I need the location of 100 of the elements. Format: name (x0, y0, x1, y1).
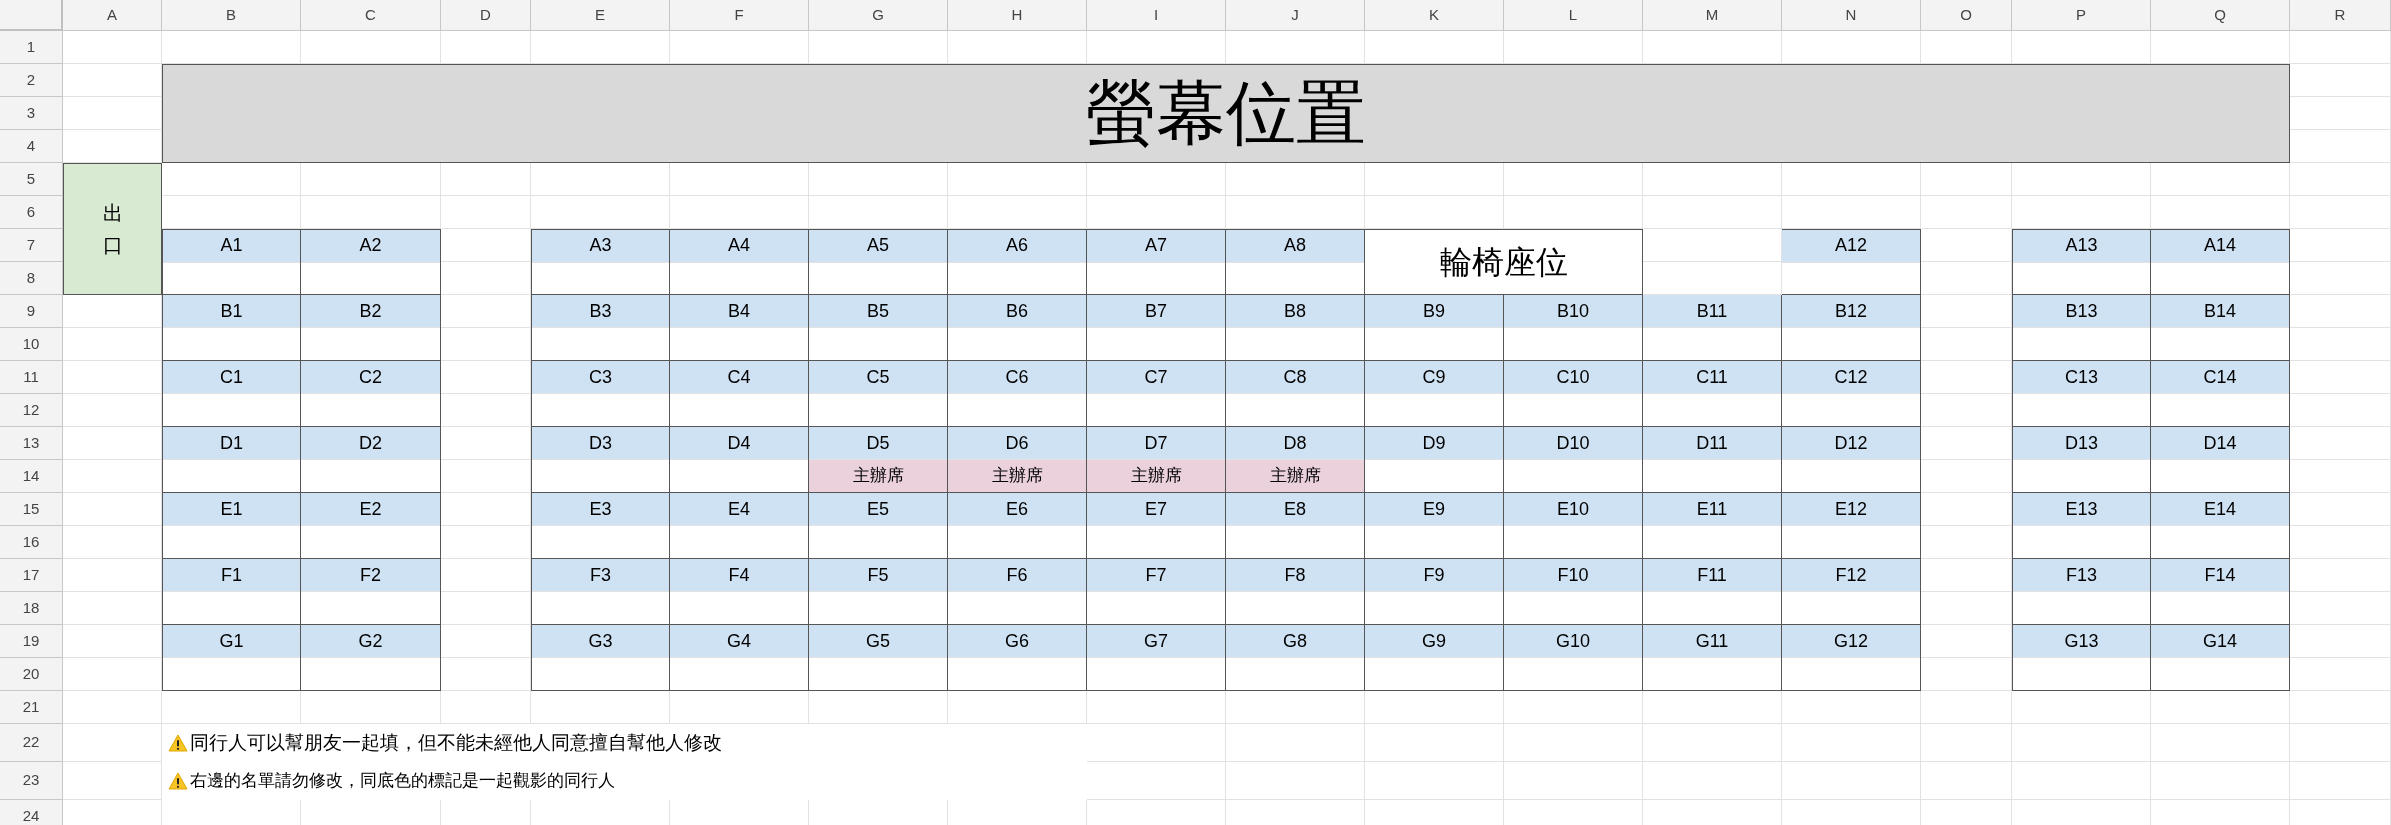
sheet-cell[interactable] (441, 163, 531, 196)
row-header[interactable]: 18 (0, 592, 63, 625)
sheet-cell[interactable] (63, 762, 162, 800)
sheet-cell[interactable] (441, 31, 531, 64)
sheet-cell[interactable] (2151, 31, 2290, 64)
row-header[interactable]: 8 (0, 262, 63, 295)
sheet-cell[interactable] (2290, 295, 2391, 328)
sheet-cell[interactable] (2012, 163, 2151, 196)
select-all-corner[interactable] (0, 0, 63, 31)
row-header[interactable]: 17 (0, 559, 63, 592)
sheet-cell[interactable] (531, 163, 670, 196)
row-header[interactable]: 14 (0, 460, 63, 493)
sheet-cell[interactable] (1643, 762, 1782, 800)
row-header[interactable]: 2 (0, 64, 63, 97)
sheet-cell[interactable] (441, 262, 531, 295)
sheet-cell[interactable] (301, 691, 441, 724)
sheet-cell[interactable] (63, 460, 162, 493)
column-header[interactable]: O (1921, 0, 2012, 31)
row-header[interactable]: 5 (0, 163, 63, 196)
sheet-cell[interactable] (2151, 762, 2290, 800)
sheet-cell[interactable] (948, 163, 1087, 196)
sheet-cell[interactable] (2290, 229, 2391, 262)
sheet-cell[interactable] (1921, 328, 2012, 361)
row-header[interactable]: 7 (0, 229, 63, 262)
sheet-cell[interactable] (162, 691, 301, 724)
row-header[interactable]: 1 (0, 31, 63, 64)
sheet-cell[interactable] (2012, 31, 2151, 64)
sheet-cell[interactable] (441, 460, 531, 493)
row-header[interactable]: 9 (0, 295, 63, 328)
sheet-cell[interactable] (1782, 196, 1921, 229)
sheet-cell[interactable] (441, 559, 531, 592)
sheet-cell[interactable] (1643, 196, 1782, 229)
sheet-cell[interactable] (63, 97, 162, 130)
sheet-cell[interactable] (1921, 229, 2012, 262)
sheet-cell[interactable] (2290, 64, 2391, 97)
sheet-cell[interactable] (162, 196, 301, 229)
sheet-cell[interactable] (63, 394, 162, 427)
sheet-cell[interactable] (441, 658, 531, 691)
sheet-cell[interactable] (1782, 31, 1921, 64)
row-header[interactable]: 16 (0, 526, 63, 559)
sheet-cell[interactable] (63, 625, 162, 658)
sheet-cell[interactable] (2151, 724, 2290, 762)
column-header[interactable]: A (63, 0, 162, 31)
row-header[interactable]: 21 (0, 691, 63, 724)
column-header[interactable]: C (301, 0, 441, 31)
sheet-cell[interactable] (1365, 163, 1504, 196)
sheet-cell[interactable] (1365, 724, 1504, 762)
sheet-cell[interactable] (809, 163, 948, 196)
sheet-cell[interactable] (2151, 691, 2290, 724)
sheet-cell[interactable] (441, 295, 531, 328)
sheet-cell[interactable] (2290, 427, 2391, 460)
sheet-cell[interactable] (1921, 592, 2012, 625)
sheet-cell[interactable] (531, 691, 670, 724)
sheet-cell[interactable] (2012, 762, 2151, 800)
row-header[interactable]: 12 (0, 394, 63, 427)
row-header[interactable]: 3 (0, 97, 63, 130)
sheet-cell[interactable] (1087, 724, 1226, 762)
sheet-cell[interactable] (63, 691, 162, 724)
sheet-cell[interactable] (670, 31, 809, 64)
sheet-cell[interactable] (1921, 493, 2012, 526)
sheet-cell[interactable] (2290, 762, 2391, 800)
row-header[interactable]: 20 (0, 658, 63, 691)
sheet-cell[interactable] (809, 196, 948, 229)
sheet-cell[interactable] (1226, 691, 1365, 724)
sheet-cell[interactable] (63, 724, 162, 762)
sheet-cell[interactable] (531, 196, 670, 229)
sheet-cell[interactable] (162, 163, 301, 196)
sheet-cell[interactable] (1365, 762, 1504, 800)
sheet-cell[interactable] (441, 625, 531, 658)
sheet-cell[interactable] (1921, 31, 2012, 64)
sheet-cell[interactable] (2151, 163, 2290, 196)
sheet-cell[interactable] (1782, 724, 1921, 762)
row-header[interactable]: 24 (0, 800, 63, 825)
sheet-cell[interactable] (1782, 762, 1921, 800)
sheet-cell[interactable] (1365, 691, 1504, 724)
column-header[interactable]: E (531, 0, 670, 31)
sheet-cell[interactable] (1087, 31, 1226, 64)
row-header[interactable]: 13 (0, 427, 63, 460)
sheet-cell[interactable] (301, 31, 441, 64)
sheet-cell[interactable] (1504, 691, 1643, 724)
sheet-cell[interactable] (1087, 762, 1226, 800)
row-header[interactable]: 22 (0, 724, 63, 762)
sheet-cell[interactable] (441, 328, 531, 361)
sheet-cell[interactable] (2290, 658, 2391, 691)
row-header[interactable]: 10 (0, 328, 63, 361)
sheet-cell[interactable] (948, 691, 1087, 724)
column-header[interactable]: J (1226, 0, 1365, 31)
sheet-cell[interactable] (948, 196, 1087, 229)
sheet-cell[interactable] (2290, 97, 2391, 130)
sheet-cell[interactable] (2290, 724, 2391, 762)
row-header[interactable]: 23 (0, 762, 63, 800)
sheet-cell[interactable] (1921, 163, 2012, 196)
sheet-cell[interactable] (441, 526, 531, 559)
sheet-cell[interactable] (1921, 295, 2012, 328)
row-header[interactable]: 6 (0, 196, 63, 229)
sheet-cell[interactable] (948, 31, 1087, 64)
sheet-cell[interactable] (1643, 724, 1782, 762)
sheet-cell[interactable] (1921, 394, 2012, 427)
sheet-cell[interactable] (1504, 724, 1643, 762)
sheet-cell[interactable] (2290, 526, 2391, 559)
